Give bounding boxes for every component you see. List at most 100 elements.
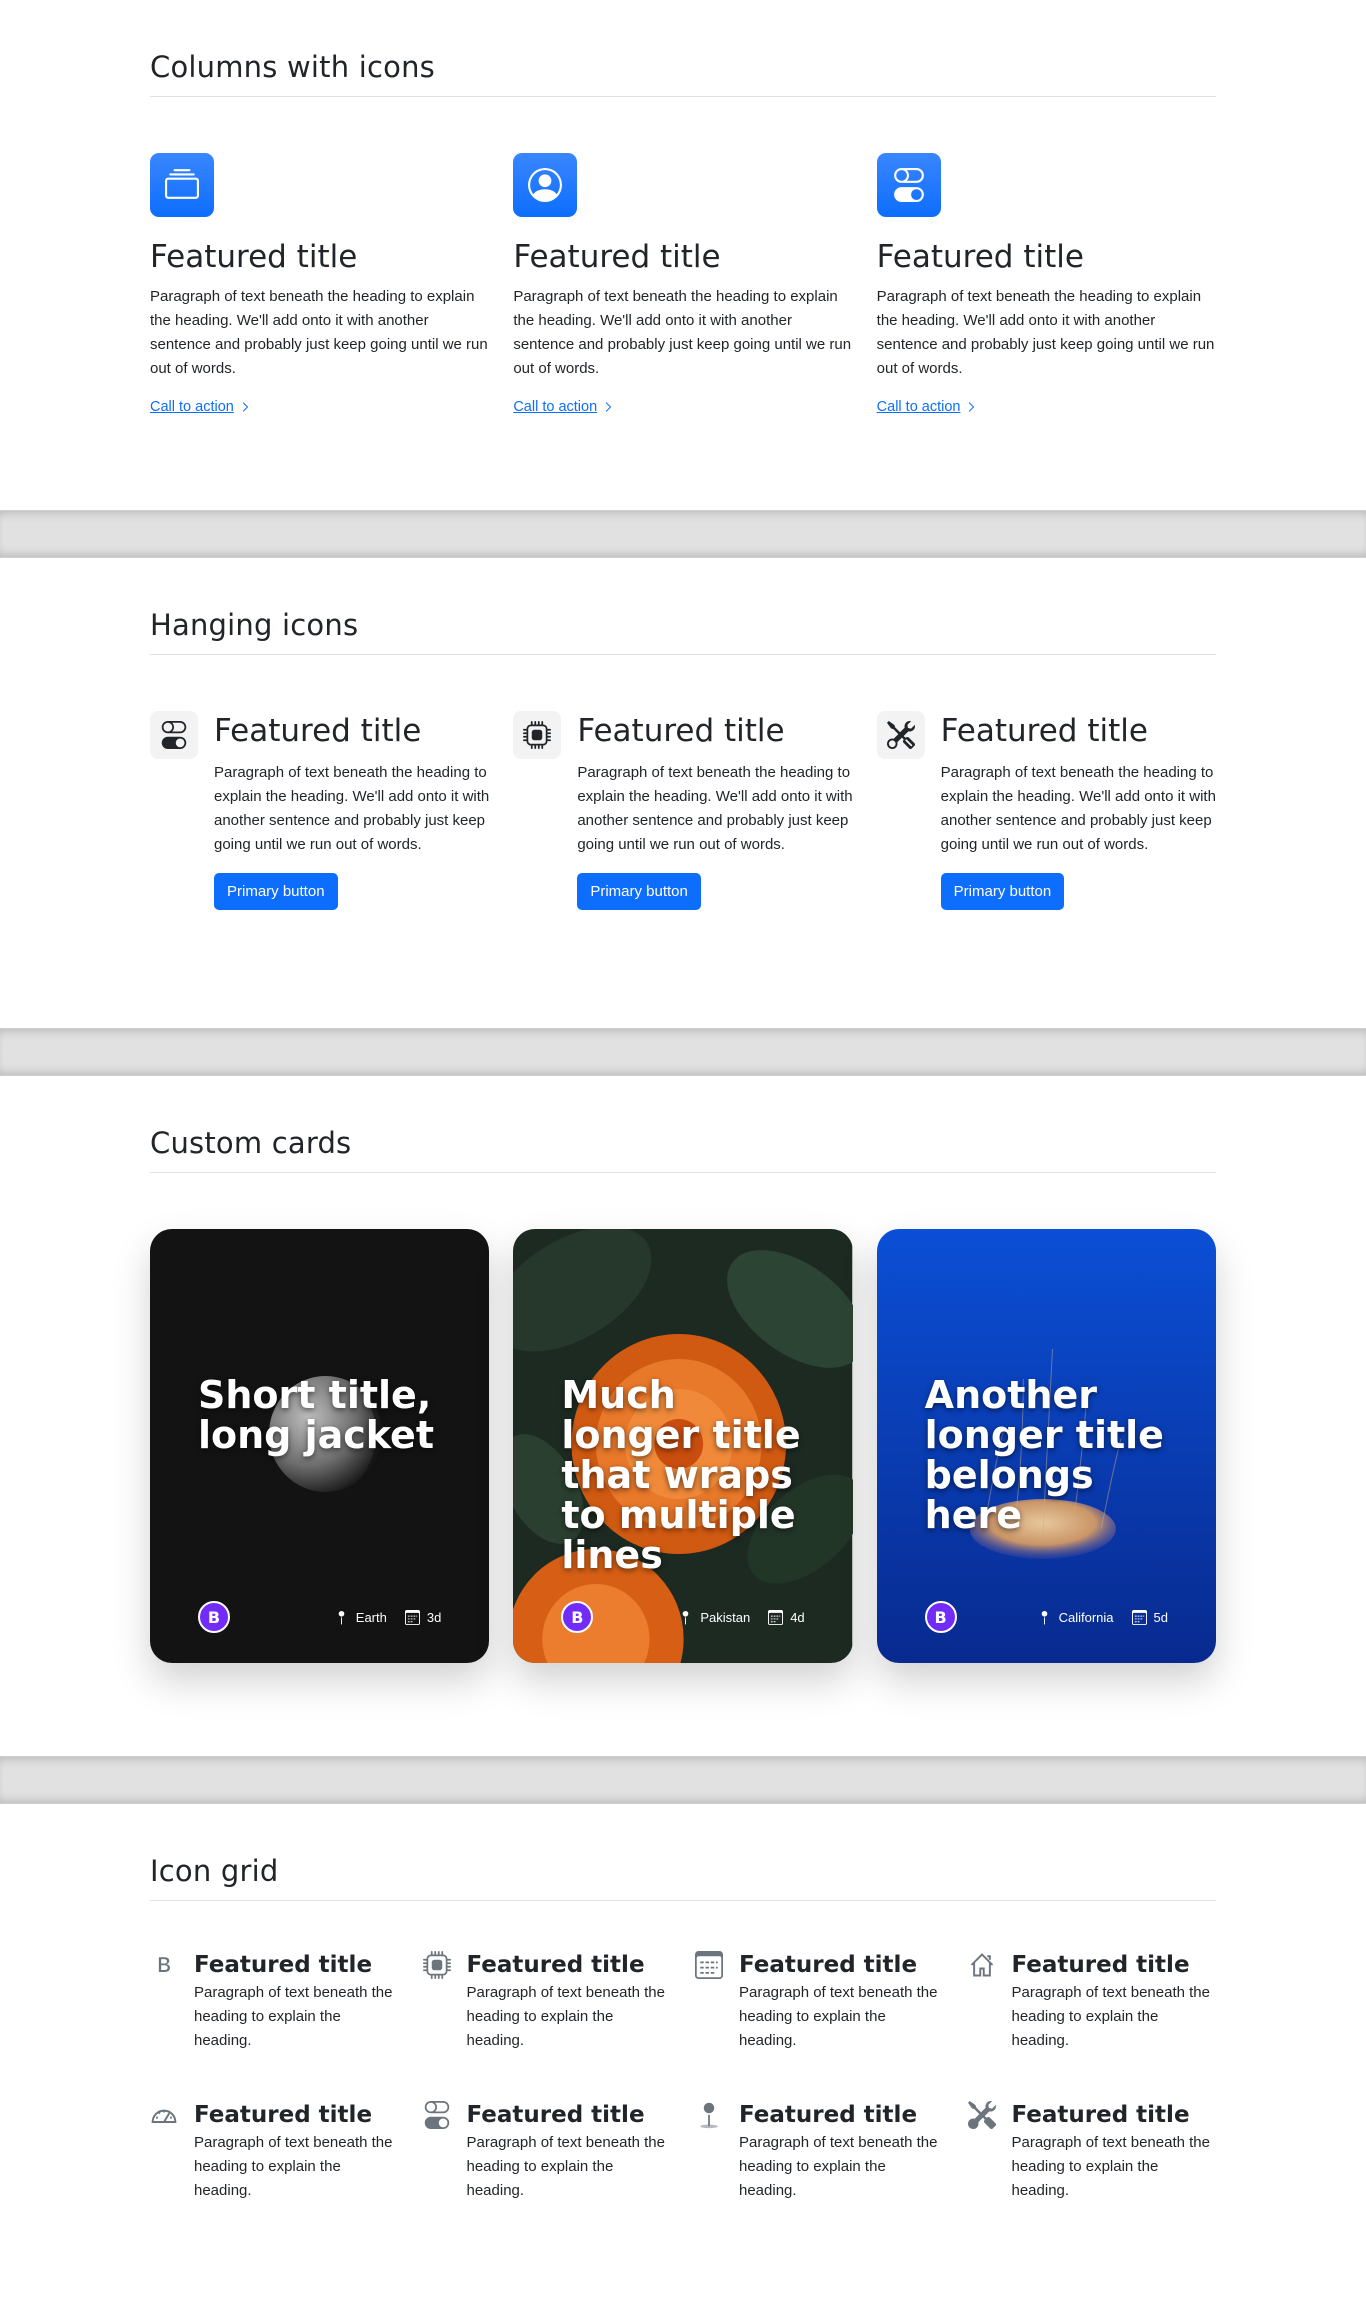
icon-grid-item: Featured title Paragraph of text beneath… [150, 1951, 399, 2053]
section-divider [0, 1756, 1366, 1804]
toggles-icon [423, 2101, 451, 2129]
hanging-feature: Featured title Paragraph of text beneath… [150, 711, 489, 910]
calendar-icon [695, 1951, 723, 1979]
card-location: California [1058, 1609, 1114, 1625]
primary-button[interactable]: Primary button [940, 873, 1065, 910]
hanging-feature: Featured title Paragraph of text beneath… [876, 711, 1216, 910]
icon-grid-item: Featured title Paragraph of text beneath… [695, 2101, 944, 2203]
calendar-icon [404, 1609, 420, 1625]
chevron-right-icon [969, 402, 975, 412]
bootstrap-logo: B [561, 1601, 594, 1633]
feature-text: Paragraph of text beneath the heading to… [577, 764, 853, 853]
grid-item-title: Featured title [466, 1952, 645, 1978]
grid-item-text: Paragraph of text beneath the heading to… [739, 1984, 938, 2049]
grid-item-title: Featured title [194, 1952, 373, 1978]
feature-column: Featured title Paragraph of text beneath… [876, 153, 1216, 416]
grid-item-title: Featured title [739, 1952, 918, 1978]
feature-text: Paragraph of text beneath the heading to… [876, 288, 1215, 377]
feature-text: Paragraph of text beneath the heading to… [150, 288, 488, 377]
feature-title: Featured title [577, 713, 785, 749]
primary-button[interactable]: Primary button [214, 873, 338, 910]
bootstrap-icon [150, 1951, 178, 1979]
collection-icon [150, 153, 214, 217]
grid-item-text: Paragraph of text beneath the heading to… [1011, 1984, 1210, 2049]
chevron-right-icon [242, 402, 249, 412]
custom-cards-section: Custom cards Short title, long jacket B … [0, 1076, 1366, 1756]
feature-title: Featured title [940, 713, 1148, 749]
tools-icon [876, 711, 925, 759]
geo-pin-icon [338, 1610, 345, 1625]
grid-item-title: Featured title [466, 2102, 645, 2128]
cta-label: Call to action [513, 399, 598, 415]
icon-grid-item: Featured title Paragraph of text beneath… [423, 2101, 672, 2203]
section-title: Custom cards [150, 1126, 1216, 1173]
card-date: 3d [426, 1609, 442, 1625]
icon-grid-item: Featured title Paragraph of text beneath… [150, 2101, 399, 2203]
custom-card[interactable]: Short title, long jacket B Earth 3d [150, 1229, 490, 1663]
icon-grid-item: Featured title Paragraph of text beneath… [968, 1951, 1217, 2053]
grid-item-text: Paragraph of text beneath the heading to… [1011, 2134, 1210, 2199]
calendar-icon [1131, 1609, 1147, 1625]
card-title: Another longer title belongs here [924, 1373, 1164, 1537]
section-divider [0, 510, 1366, 558]
geo-pin-icon [683, 1610, 689, 1625]
bootstrap-logo: B [198, 1601, 230, 1633]
grid-item-text: Paragraph of text beneath the heading to… [739, 2134, 938, 2199]
grid-item-title: Featured title [194, 2102, 373, 2128]
section-title: Columns with icons [150, 50, 1216, 97]
cta-label: Call to action [876, 399, 961, 415]
feature-text: Paragraph of text beneath the heading to… [940, 764, 1216, 853]
grid-item-text: Paragraph of text beneath the heading to… [466, 1984, 665, 2049]
icon-grid-item: Featured title Paragraph of text beneath… [422, 1951, 672, 2053]
call-to-action-link[interactable]: Call to action [877, 399, 977, 415]
feature-column: Featured title Paragraph of text beneath… [150, 153, 489, 416]
feature-text: Paragraph of text beneath the heading to… [214, 764, 490, 853]
geo-pin-icon [695, 2101, 723, 2129]
card-date: 5d [1153, 1609, 1168, 1625]
bootstrap-logo: B [924, 1601, 957, 1633]
custom-card[interactable]: Another longer title belongs here B Cali… [876, 1229, 1216, 1663]
grid-item-text: Paragraph of text beneath the heading to… [194, 2134, 393, 2199]
hanging-icons-section: Hanging icons Featured title Paragraph o… [0, 558, 1366, 1028]
cpu-icon [422, 1951, 451, 1979]
toggles-icon [876, 153, 941, 217]
feature-title: Featured title [876, 239, 1084, 275]
geo-pin-icon [1041, 1610, 1047, 1625]
calendar-icon [768, 1609, 784, 1625]
primary-button[interactable]: Primary button [577, 873, 701, 910]
card-title: Short title, long jacket [198, 1373, 434, 1457]
feature-column: Featured title Paragraph of text beneath… [513, 153, 852, 416]
section-title: Icon grid [150, 1854, 1216, 1901]
chevron-right-icon [605, 402, 612, 412]
grid-item-title: Featured title [739, 2102, 918, 2128]
call-to-action-link[interactable]: Call to action [513, 399, 613, 415]
section-divider [0, 1028, 1366, 1076]
grid-item-text: Paragraph of text beneath the heading to… [466, 2134, 665, 2199]
card-location: Pakistan [700, 1609, 751, 1625]
feature-title: Featured title [513, 239, 721, 275]
hanging-feature: Featured title Paragraph of text beneath… [513, 711, 853, 910]
grid-item-title: Featured title [1011, 1952, 1190, 1978]
cta-label: Call to action [150, 399, 234, 415]
columns-with-icons-section: Columns with icons Featured title Paragr… [0, 0, 1366, 510]
feature-title: Featured title [150, 239, 358, 275]
feature-title: Featured title [214, 713, 422, 749]
grid-item-title: Featured title [1011, 2102, 1190, 2128]
person-circle-icon [513, 153, 578, 217]
icon-grid-section: Icon grid Featured title Paragraph of te… [0, 1804, 1366, 2302]
card-title: Much longer title that wraps to multiple… [561, 1373, 801, 1577]
feature-text: Paragraph of text beneath the heading to… [513, 288, 852, 377]
card-location: Earth [355, 1609, 387, 1625]
card-date: 4d [790, 1609, 805, 1625]
call-to-action-link[interactable]: Call to action [150, 399, 250, 415]
house-icon [968, 1951, 996, 1979]
icon-grid-item: Featured title Paragraph of text beneath… [967, 2100, 1217, 2203]
grid-item-text: Paragraph of text beneath the heading to… [194, 1984, 393, 2049]
speedometer-icon [150, 2101, 178, 2129]
tools-icon [967, 2100, 996, 2130]
toggles-icon [150, 711, 198, 759]
section-title: Hanging icons [150, 608, 1216, 655]
icon-grid-item: Featured title Paragraph of text beneath… [695, 1951, 944, 2053]
cpu-icon [513, 711, 562, 759]
custom-card[interactable]: Much longer title that wraps to multiple… [513, 1229, 853, 1663]
